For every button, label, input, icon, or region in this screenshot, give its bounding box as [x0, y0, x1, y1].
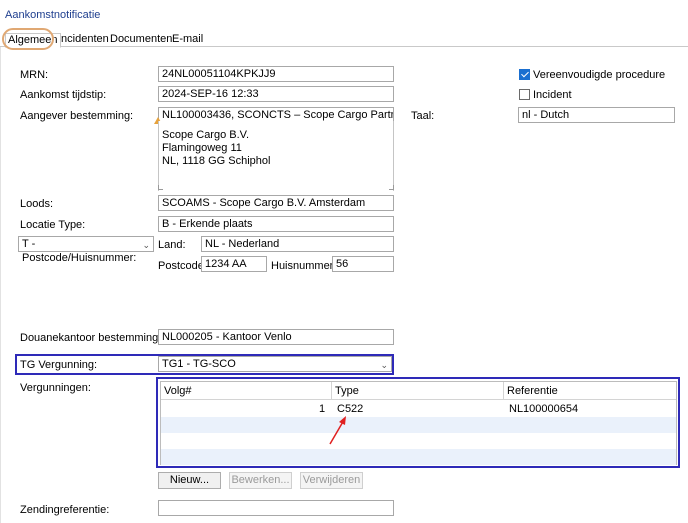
incident-label: Incident: [533, 89, 572, 101]
taal-field[interactable]: nl - Dutch: [518, 107, 675, 123]
taal-label: Taal:: [411, 110, 435, 122]
locatie-dropdown-value: T - Postcode/Huisnummer:: [22, 238, 137, 264]
aankomst-field[interactable]: 2024-SEP-16 12:33: [158, 86, 394, 102]
tg-vergunning-value: TG1 - TG-SCO: [162, 358, 236, 370]
aangever-label: Aangever bestemming:: [20, 110, 134, 122]
douanekantoor-label: Douanekantoor bestemming:: [20, 332, 162, 344]
huisnummer-field[interactable]: 56: [332, 256, 394, 272]
tab-algemeen[interactable]: Algemeen: [5, 33, 61, 48]
tab-documenten[interactable]: Documenten: [108, 33, 174, 47]
vereenvoudigde-checkbox[interactable]: [519, 69, 530, 80]
window-title: Aankomstnotificatie: [5, 9, 101, 21]
nieuw-button[interactable]: Nieuw...: [158, 472, 221, 489]
huisnummer-label: Huisnummer:: [271, 260, 337, 272]
land-field[interactable]: NL - Nederland: [201, 236, 394, 252]
chevron-down-icon: ⌄: [380, 360, 388, 370]
tg-vergunning-label: TG Vergunning:: [20, 359, 98, 371]
tab-incidenten[interactable]: Incidenten: [56, 33, 111, 47]
locatie-type-label: Locatie Type:: [20, 219, 86, 231]
locatie-dropdown[interactable]: T - Postcode/Huisnummer: ⌄: [18, 236, 154, 264]
aankomst-label: Aankomst tijdstip:: [20, 89, 107, 101]
postcode-field[interactable]: 1234 AA: [201, 256, 267, 272]
address-line-1: Scope Cargo B.V.: [162, 129, 250, 141]
tg-vergunning-dropdown[interactable]: TG1 - TG-SCO ⌄: [158, 356, 392, 372]
address-corner-bl: [158, 185, 163, 190]
zendingreferentie-label: Zendingreferentie:: [20, 504, 110, 516]
vereenvoudigde-label: Vereenvoudigde procedure: [533, 69, 666, 81]
verwijderen-button[interactable]: Verwijderen: [300, 472, 363, 489]
postcode-label: Postcode:: [158, 260, 207, 272]
vergunningen-highlight: [156, 377, 680, 468]
address-line-2: Flamingoweg 11: [162, 142, 242, 154]
locatie-type-field[interactable]: B - Erkende plaats: [158, 216, 394, 232]
douanekantoor-field[interactable]: NL000205 - Kantoor Venlo: [158, 329, 394, 345]
tab-email[interactable]: E-mail: [170, 33, 205, 47]
loods-label: Loods:: [20, 198, 54, 210]
red-arrow-annotation: [329, 416, 346, 445]
vergunningen-label: Vergunningen:: [20, 382, 91, 394]
address-line-3: NL, 1118 GG Schiphol: [162, 155, 271, 167]
incident-checkbox[interactable]: [519, 89, 530, 100]
mrn-label: MRN:: [20, 69, 49, 81]
loods-field[interactable]: SCOAMS - Scope Cargo B.V. Amsterdam: [158, 195, 394, 211]
chevron-down-icon: ⌄: [142, 240, 150, 250]
mrn-field[interactable]: 24NL00051104KPKJJ9: [158, 66, 394, 82]
address-corner-br: [389, 185, 394, 190]
land-label: Land:: [158, 239, 186, 251]
bewerken-button[interactable]: Bewerken...: [229, 472, 292, 489]
zendingreferentie-field[interactable]: [158, 500, 394, 516]
